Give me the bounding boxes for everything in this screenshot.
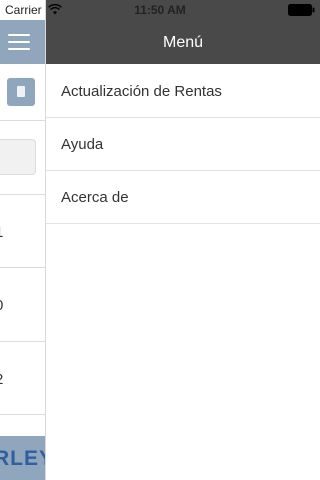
menu-item-label: Actualización de Rentas — [61, 83, 222, 100]
menu-item-label: Ayuda — [61, 136, 104, 153]
status-bar: Carrier 11:50 AM — [0, 0, 320, 20]
document-button[interactable] — [7, 78, 35, 106]
footer-logo-text: RLEY — [0, 447, 45, 470]
divider — [0, 414, 45, 415]
background-row-value: 2 — [0, 371, 45, 388]
menu-item-label: Acerca de — [61, 189, 129, 206]
background-nav-bar — [0, 20, 45, 64]
divider — [0, 267, 45, 268]
menu-item-ayuda[interactable]: Ayuda — [46, 118, 320, 171]
background-row-value: 1 — [0, 224, 45, 241]
menu-title: Menú — [162, 34, 204, 51]
hamburger-icon[interactable] — [8, 34, 30, 50]
document-icon — [17, 86, 25, 97]
divider — [0, 194, 45, 195]
status-time: 11:50 AM — [134, 3, 186, 17]
background-footer: RLEY — [0, 436, 45, 480]
side-menu: Menú Actualización de Rentas Ayuda Acerc… — [46, 0, 320, 480]
battery-icon — [288, 4, 315, 16]
divider — [0, 120, 45, 121]
background-view: 1 0 2 RLEY — [0, 0, 46, 480]
menu-item-acerca-de[interactable]: Acerca de — [46, 171, 320, 224]
menu-item-actualizacion-rentas[interactable]: Actualización de Rentas — [46, 65, 320, 118]
background-row-value: 0 — [0, 297, 45, 314]
divider — [0, 341, 45, 342]
background-input-field[interactable] — [0, 139, 36, 175]
